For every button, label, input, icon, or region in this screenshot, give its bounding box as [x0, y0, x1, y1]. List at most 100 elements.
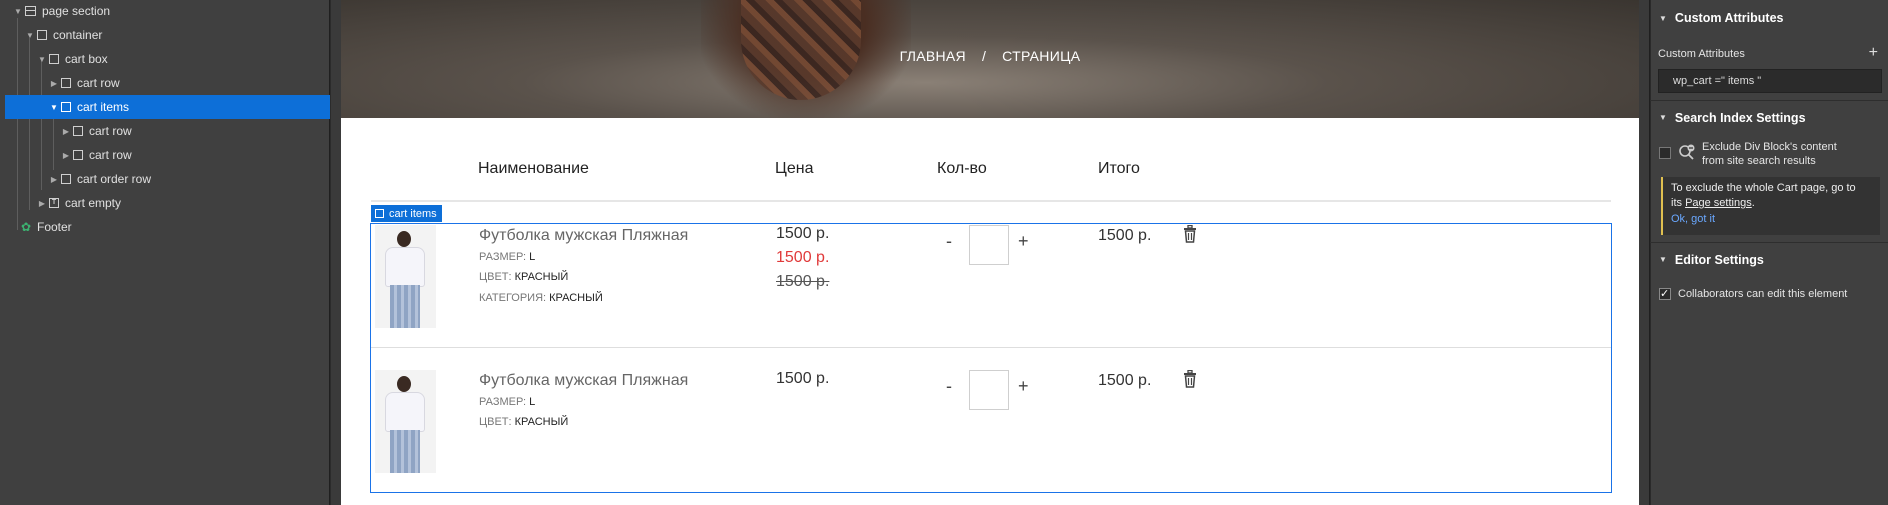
box-icon	[73, 126, 83, 136]
product-color: ЦВЕТ: КРАСНЫЙ	[479, 271, 568, 283]
trash-icon[interactable]	[1183, 370, 1197, 388]
color-value: КРАСНЫЙ	[514, 271, 569, 283]
caret-down-icon[interactable]: ▼	[1659, 14, 1667, 23]
page-settings-link[interactable]: Page settings	[1685, 197, 1752, 209]
box-icon	[61, 102, 71, 112]
price: 1500 р.	[776, 225, 830, 242]
column-header-name: Наименование	[478, 160, 589, 177]
tree-guide	[41, 58, 42, 190]
tree-item-label: Footer	[37, 220, 72, 234]
caret-down-icon[interactable]: ▼	[25, 31, 35, 40]
tree-guide	[53, 118, 54, 170]
attribute-entry[interactable]: wp_cart =" items "	[1658, 69, 1882, 93]
custom-attributes-label: Custom Attributes	[1658, 48, 1745, 60]
tree-guide	[17, 18, 18, 230]
exclude-search-label: Exclude Div Block's content from site se…	[1702, 140, 1837, 168]
qty-increase-button[interactable]: +	[1018, 376, 1029, 397]
tree-item-cart-row[interactable]: ▶ cart row	[61, 119, 132, 143]
component-icon: ✿	[20, 220, 32, 234]
caret-right-icon[interactable]: ▶	[61, 127, 71, 136]
thumb-jeans	[390, 285, 420, 328]
tree-item-footer[interactable]: ✿ Footer	[20, 215, 72, 239]
product-size: РАЗМЕР: L	[479, 251, 535, 263]
section-header-editor-settings[interactable]: ▼ Editor Settings	[1650, 242, 1888, 276]
caret-down-icon[interactable]: ▼	[49, 103, 59, 112]
size-value: L	[529, 396, 536, 408]
settings-panel: ▼ Custom Attributes Custom Attributes + …	[1649, 0, 1888, 505]
product-size: РАЗМЕР: L	[479, 396, 535, 408]
qty-increase-button[interactable]: +	[1018, 231, 1029, 252]
tree-item-container[interactable]: ▼ container	[25, 23, 102, 47]
exclude-search-checkbox[interactable]	[1659, 147, 1671, 159]
tree-item-label: cart empty	[65, 196, 122, 210]
tree-item-label: cart items	[77, 100, 130, 114]
tree-item-cart-row[interactable]: ▶ cart row	[49, 71, 120, 95]
tree-item-cart-order-row[interactable]: ▶ cart order row	[49, 167, 151, 191]
ok-got-it-button[interactable]: Ok, got it	[1671, 212, 1872, 227]
section-title: Custom Attributes	[1674, 11, 1784, 25]
tree-item-page-section[interactable]: ▼ page section	[13, 0, 110, 23]
caret-down-icon[interactable]: ▼	[13, 7, 23, 16]
product-thumbnail[interactable]	[375, 370, 436, 473]
collaborators-checkbox[interactable]	[1659, 287, 1671, 300]
price-old: 1500 р.	[776, 273, 830, 290]
box-icon	[73, 150, 83, 160]
product-name[interactable]: Футболка мужская Пляжная	[479, 227, 688, 245]
trash-icon[interactable]	[1183, 225, 1197, 243]
product-name[interactable]: Футболка мужская Пляжная	[479, 372, 688, 390]
tree-item-cart-box[interactable]: ▼ cart box	[37, 47, 108, 71]
category-value: КРАСНЫЙ	[549, 292, 603, 304]
tree-item-cart-items[interactable]: ▼ cart items	[5, 95, 330, 119]
tree-guide	[29, 38, 30, 210]
caret-right-icon[interactable]: ▶	[61, 151, 71, 160]
caret-down-icon[interactable]: ▼	[1659, 113, 1667, 122]
row-divider	[371, 347, 1611, 348]
tree-item-label: cart row	[89, 148, 132, 162]
color-label: ЦВЕТ:	[479, 271, 512, 283]
tree-item-cart-empty[interactable]: ▶ T cart empty	[37, 191, 121, 215]
caret-right-icon[interactable]: ▶	[37, 199, 47, 208]
product-thumbnail[interactable]	[375, 225, 436, 328]
thumb-head	[397, 231, 411, 247]
section-header-custom-attributes[interactable]: ▼ Custom Attributes	[1650, 1, 1888, 35]
header-divider	[371, 200, 1611, 202]
caret-right-icon[interactable]: ▶	[49, 79, 59, 88]
caret-down-icon[interactable]: ▼	[37, 55, 47, 64]
thumb-jeans	[390, 430, 420, 473]
section-title: Editor Settings	[1674, 252, 1764, 267]
navigator-panel: ▼ page section ▼ container ▼ cart box ▶ …	[0, 0, 330, 505]
box-icon	[375, 209, 384, 218]
size-value: L	[529, 251, 536, 263]
breadcrumb-home-link[interactable]: ГЛАВНАЯ	[900, 48, 966, 64]
column-header-total: Итого	[1098, 160, 1140, 177]
price: 1500 р.	[776, 370, 830, 387]
caret-down-icon[interactable]: ▼	[1659, 255, 1667, 264]
info-text-dot: .	[1751, 197, 1755, 209]
cart-item: Футболка мужская Пляжная РАЗМЕР: L ЦВЕТ: К…	[371, 370, 1611, 505]
tree-item-cart-row[interactable]: ▶ cart row	[61, 143, 132, 167]
color-label: ЦВЕТ:	[479, 416, 512, 428]
product-color: ЦВЕТ: КРАСНЫЙ	[479, 416, 568, 428]
qty-decrease-button[interactable]: -	[946, 231, 952, 252]
breadcrumb-separator: /	[981, 48, 987, 64]
caret-right-icon[interactable]: ▶	[49, 175, 59, 184]
size-label: РАЗМЕР:	[479, 251, 527, 263]
symbol-icon: T	[49, 198, 59, 208]
box-icon	[61, 78, 71, 88]
box-icon	[49, 54, 59, 64]
tree-item-label: cart order row	[77, 172, 152, 186]
tree-item-label: cart row	[77, 76, 120, 90]
cart-item: Футболка мужская Пляжная РАЗМЕР: L ЦВЕТ: К…	[371, 225, 1611, 360]
price-sale: 1500 р.	[776, 249, 830, 266]
selected-element-tag[interactable]: cart items	[371, 205, 442, 222]
section-header-search-index[interactable]: ▼ Search Index Settings	[1650, 100, 1888, 134]
add-attribute-button[interactable]: +	[1869, 44, 1878, 62]
size-label: РАЗМЕР:	[479, 396, 527, 408]
breadcrumb: ГЛАВНАЯ / СТРАНИЦА	[341, 48, 1639, 64]
qty-decrease-button[interactable]: -	[946, 376, 952, 397]
hero-banner: ГЛАВНАЯ / СТРАНИЦА	[341, 0, 1639, 118]
qty-input[interactable]	[969, 370, 1009, 410]
thumb-shirt	[385, 392, 425, 432]
qty-input[interactable]	[969, 225, 1009, 265]
info-text-line2: its Page settings.	[1671, 196, 1872, 211]
